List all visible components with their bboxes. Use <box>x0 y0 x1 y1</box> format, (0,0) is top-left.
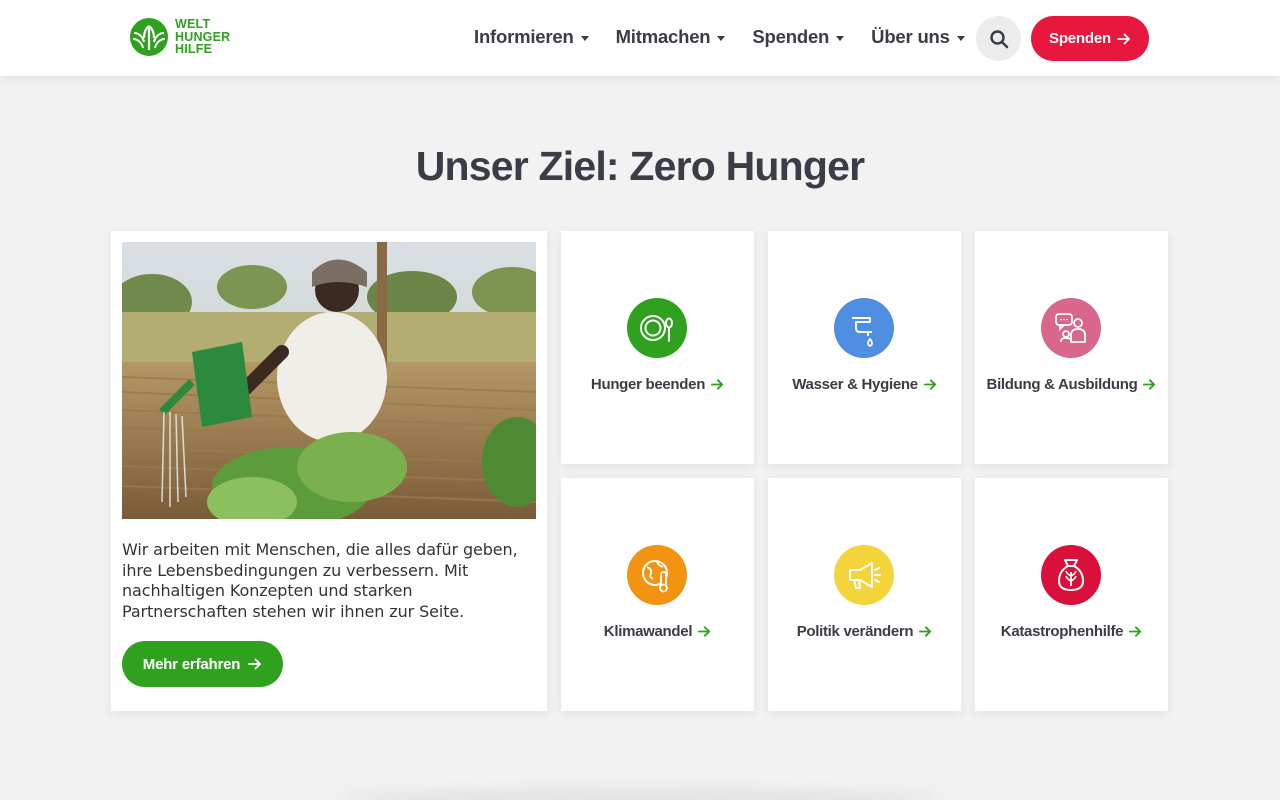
arrow-right-icon <box>919 626 932 637</box>
donate-button-label: Spenden <box>1049 30 1111 47</box>
chevron-down-icon <box>956 35 965 41</box>
nav-item-label: Mitmachen <box>615 26 711 47</box>
search-icon <box>989 29 1008 48</box>
topic-tile-label: Wasser & Hygiene <box>768 376 961 393</box>
topic-tile-wasser-hygiene[interactable]: Wasser & Hygiene <box>768 231 961 464</box>
nav-item-label: Informieren <box>474 26 574 47</box>
site-header: WELT HUNGER HILFE Informieren Mitmachen … <box>0 0 1280 76</box>
globe-thermometer-icon <box>627 545 687 605</box>
topic-tile-label: Klimawandel <box>561 623 754 640</box>
chevron-down-icon <box>580 35 589 41</box>
main-nav: Informieren Mitmachen Spenden Über uns <box>474 26 965 48</box>
water-tap-icon <box>834 298 894 358</box>
topic-tile-bildung-ausbildung[interactable]: Bildung & Ausbildung <box>975 231 1168 464</box>
topic-tile-label: Politik verändern <box>768 623 961 640</box>
topic-tile-label: Katastrophenhilfe <box>975 623 1168 640</box>
donate-button[interactable]: Spenden <box>1031 16 1149 61</box>
logo-icon <box>130 18 168 56</box>
next-section-shadow <box>340 788 940 800</box>
learn-more-button[interactable]: Mehr erfahren <box>122 641 283 687</box>
nav-item-ueber-uns[interactable]: Über uns <box>871 26 965 48</box>
arrow-right-icon <box>1143 379 1156 390</box>
chevron-down-icon <box>717 35 726 41</box>
nav-item-label: Spenden <box>752 26 830 47</box>
nav-item-spenden[interactable]: Spenden <box>752 26 845 48</box>
topic-tile-label: Hunger beenden <box>561 376 754 393</box>
feature-photo <box>122 242 536 519</box>
grain-sack-icon <box>1041 545 1101 605</box>
people-chat-icon <box>1041 298 1101 358</box>
arrow-right-icon <box>698 626 711 637</box>
logo-wordmark: WELT HUNGER HILFE <box>175 17 231 57</box>
nav-item-mitmachen[interactable]: Mitmachen <box>616 26 726 48</box>
arrow-right-icon <box>1129 626 1142 637</box>
section-title: Unser Ziel: Zero Hunger <box>415 143 865 189</box>
nav-item-informieren[interactable]: Informieren <box>474 26 589 48</box>
arrow-right-icon <box>248 658 262 670</box>
search-button[interactable] <box>976 16 1021 61</box>
megaphone-icon <box>834 545 894 605</box>
arrow-right-icon <box>1117 33 1130 44</box>
arrow-right-icon <box>923 379 936 390</box>
chevron-down-icon <box>836 35 845 41</box>
learn-more-label: Mehr erfahren <box>142 655 241 673</box>
logo-link[interactable]: WELT HUNGER HILFE <box>129 17 230 57</box>
feature-description: Wir arbeiten mit Menschen, die alles daf… <box>122 540 518 621</box>
nav-item-label: Über uns <box>871 26 950 47</box>
feature-card: Wir arbeiten mit Menschen, die alles daf… <box>111 231 547 711</box>
plate-cutlery-icon <box>627 298 687 358</box>
topic-tile-hunger-beenden[interactable]: Hunger beenden <box>561 231 754 464</box>
arrow-right-icon <box>711 379 724 390</box>
topic-tile-politik-veraendern[interactable]: Politik verändern <box>768 478 961 711</box>
topic-tile-katastrophenhilfe[interactable]: Katastrophenhilfe <box>975 478 1168 711</box>
topic-tile-label: Bildung & Ausbildung <box>975 376 1168 393</box>
topic-tile-klimawandel[interactable]: Klimawandel <box>561 478 754 711</box>
